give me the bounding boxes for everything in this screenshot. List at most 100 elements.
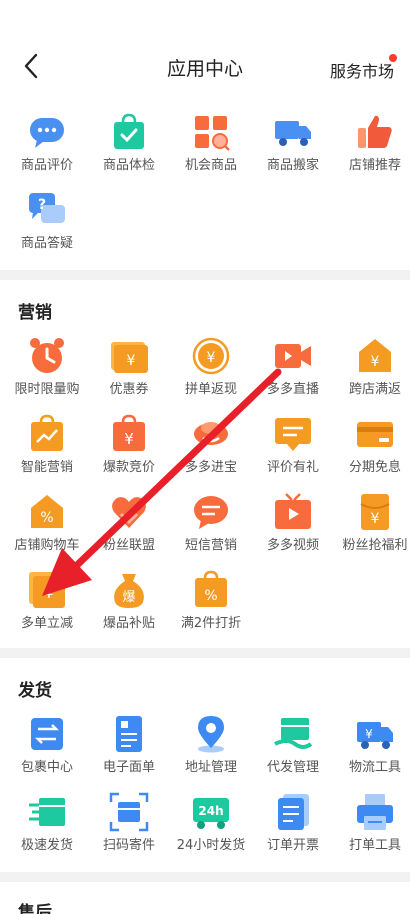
app-label: 拼单返现: [184, 382, 237, 397]
app-flash-sale[interactable]: 限时限量购: [6, 336, 88, 408]
app-label: 商品体检: [102, 158, 155, 173]
tv-play-icon: [275, 493, 311, 529]
grid-search-icon: [195, 116, 230, 151]
svg-text:¥: ¥: [127, 353, 136, 369]
video-camera-icon: [275, 344, 311, 368]
app-24h-shipping[interactable]: 24h 24小时发货: [170, 792, 252, 864]
section-goods: 商品 商品评价 商品体检 机会商品 商品搬家: [0, 89, 410, 270]
money-bag-icon: 爆: [114, 574, 144, 608]
app-review-gift[interactable]: 评价有礼: [252, 414, 334, 486]
app-goods-review[interactable]: 商品评价: [6, 112, 88, 184]
app-interest-free[interactable]: 分期免息: [334, 414, 410, 486]
section-title-shipping: 发货: [18, 681, 52, 701]
truck-24h-icon: 24h: [193, 798, 229, 829]
svg-text:?: ?: [38, 197, 46, 213]
app-goods-qa[interactable]: ? 商品答疑: [6, 190, 88, 262]
app-coupon[interactable]: ¥ 优惠券: [88, 336, 170, 408]
app-live-stream[interactable]: 多多直播: [252, 336, 334, 408]
bag-check-icon: [114, 113, 144, 149]
app-label: 店铺推荐: [348, 158, 401, 173]
alarm-clock-icon: [30, 338, 64, 373]
app-label: 打单工具: [348, 838, 401, 853]
section-marketing: 营销 限时限量购 ¥ 优惠券 ¥ 拼单返现 多多直播 ¥ 跨店满返 智能营销 ¥…: [0, 280, 410, 648]
svg-text:¥: ¥: [371, 354, 380, 370]
scan-box-icon: [109, 792, 149, 832]
app-label: 多多进宝: [184, 460, 237, 475]
message-icon: [194, 496, 228, 529]
app-label: 分期免息: [348, 460, 401, 475]
app-label: 订单开票: [266, 838, 319, 853]
app-hot-bidding[interactable]: ¥ 爆款竞价: [88, 414, 170, 486]
app-label: 智能营销: [20, 460, 73, 475]
app-duoduo-jinbao[interactable]: 多多进宝: [170, 414, 252, 486]
coupon-icon: ¥: [111, 342, 148, 373]
svg-text:¥: ¥: [45, 586, 54, 602]
app-multi-order-discount[interactable]: ¥ 多单立减: [6, 570, 88, 642]
truck-icon: [275, 121, 311, 146]
printer-icon: [357, 794, 393, 830]
app-smart-marketing[interactable]: 智能营销: [6, 414, 88, 486]
notification-dot: [389, 54, 397, 62]
app-label: 跨店满返: [348, 382, 401, 397]
svg-text:¥: ¥: [124, 430, 134, 448]
app-duoduo-video[interactable]: 多多视频: [252, 492, 334, 564]
app-e-waybill[interactable]: 电子面单: [88, 714, 170, 786]
app-label: 限时限量购: [14, 382, 80, 397]
app-label: 评价有礼: [266, 460, 319, 475]
service-market-link[interactable]: 服务市场: [330, 58, 394, 82]
app-label: 商品评价: [20, 158, 73, 173]
app-label: 商品答疑: [20, 236, 73, 251]
discount-bag-icon: %: [195, 570, 227, 607]
waybill-icon: [116, 716, 142, 752]
app-print-tool[interactable]: 打单工具: [334, 792, 410, 864]
chat-gift-icon: [275, 418, 311, 451]
house-percent-icon: %: [31, 495, 63, 528]
app-goods-move[interactable]: 商品搬家: [252, 112, 334, 184]
app-address-manage[interactable]: 地址管理: [170, 714, 252, 786]
app-label: 多多直播: [266, 382, 319, 397]
app-express-shipping[interactable]: 极速发货: [6, 792, 88, 864]
question-chat-icon: ?: [29, 193, 65, 223]
app-label: 多多视频: [266, 538, 319, 553]
app-label: 代发管理: [266, 760, 319, 775]
app-hot-subsidy[interactable]: 爆 爆品补贴: [88, 570, 170, 642]
svg-text:24h: 24h: [198, 804, 223, 818]
app-label: 粉丝联盟: [102, 538, 155, 553]
app-scan-send[interactable]: 扫码寄件: [88, 792, 170, 864]
app-shop-recommend[interactable]: 店铺推荐: [334, 112, 410, 184]
app-label: 商品搬家: [266, 158, 319, 173]
app-fan-benefit[interactable]: ¥ 粉丝抢福利: [334, 492, 410, 564]
app-label: 24小时发货: [176, 838, 246, 853]
svg-text:%: %: [40, 510, 53, 526]
chat-bubble-icon: [30, 118, 64, 148]
tag-yen-icon: ¥: [359, 339, 391, 372]
app-two-item-discount[interactable]: % 满2件打折: [170, 570, 252, 642]
app-group-cashback[interactable]: ¥ 拼单返现: [170, 336, 252, 408]
top-bar: 应用中心 服务市场: [0, 0, 410, 96]
app-label: 满2件打折: [180, 616, 242, 631]
app-logistics-tools[interactable]: ¥ 物流工具: [334, 714, 410, 786]
invoice-icon: [278, 794, 309, 830]
app-fan-alliance[interactable]: 粉丝联盟: [88, 492, 170, 564]
app-label: 短信营销: [184, 538, 237, 553]
app-package-center[interactable]: 包裹中心: [6, 714, 88, 786]
bag-yen-icon: ¥: [113, 414, 145, 451]
app-opportunity-goods[interactable]: 机会商品: [170, 112, 252, 184]
chart-bag-icon: [31, 414, 63, 451]
app-sms-marketing[interactable]: 短信营销: [170, 492, 252, 564]
section-shipping: 发货 包裹中心 电子面单 地址管理 代发管理 ¥ 物流工具 极速发货 扫码寄件 …: [0, 658, 410, 872]
svg-text:¥: ¥: [365, 727, 373, 741]
svg-text:¥: ¥: [371, 511, 380, 527]
section-title-marketing: 营销: [18, 303, 52, 323]
app-label: 物流工具: [348, 760, 401, 775]
app-dropship-manage[interactable]: 代发管理: [252, 714, 334, 786]
fast-box-icon: [29, 798, 65, 826]
app-label: 机会商品: [184, 158, 237, 173]
app-shop-cart[interactable]: % 店铺购物车: [6, 492, 88, 564]
app-label: 粉丝抢福利: [342, 538, 408, 553]
app-order-invoice[interactable]: 订单开票: [252, 792, 334, 864]
svg-text:%: %: [204, 588, 217, 604]
app-goods-check[interactable]: 商品体检: [88, 112, 170, 184]
app-label: 地址管理: [184, 760, 237, 775]
app-cross-shop-rebate[interactable]: ¥ 跨店满返: [334, 336, 410, 408]
